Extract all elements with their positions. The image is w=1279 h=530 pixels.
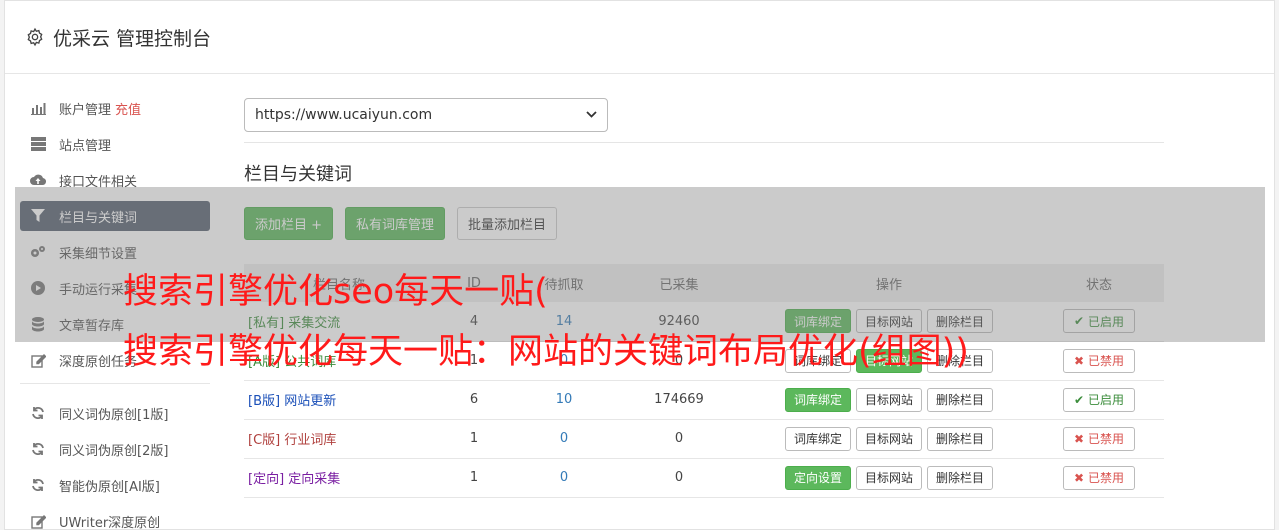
status-cell: ✖ 已禁用 xyxy=(1034,341,1164,381)
refresh-icon xyxy=(30,477,46,493)
column-tag: [定向] xyxy=(248,472,285,487)
page-title: 优采云 管理控制台 xyxy=(53,27,212,50)
status-toggle[interactable]: ✖ 已禁用 xyxy=(1062,348,1136,373)
sidebar-item-label: 智能伪原创[AI版] xyxy=(59,479,160,495)
recharge-link[interactable]: 充值 xyxy=(115,99,141,118)
section-title: 栏目与关键词 xyxy=(244,164,352,185)
column-name-cell[interactable]: [C版] 行业词库 xyxy=(244,419,434,459)
delete-column-button[interactable]: 删除栏目 xyxy=(927,465,994,490)
column-name: 行业词库 xyxy=(284,433,337,448)
collected-cell: 174669 xyxy=(614,380,744,420)
pending-cell[interactable]: 10 xyxy=(514,380,614,420)
bar-chart-icon xyxy=(30,100,46,116)
close-icon: ✖ xyxy=(1073,470,1085,485)
status-cell: ✖ 已禁用 xyxy=(1034,458,1164,498)
status-cell: ✖ 已禁用 xyxy=(1034,419,1164,459)
refresh-icon xyxy=(30,405,46,421)
column-name-cell[interactable]: [B版] 网站更新 xyxy=(244,380,434,420)
column-name: 网站更新 xyxy=(284,394,337,409)
status-cell: ✔ 已启用 xyxy=(1034,380,1164,420)
server-icon xyxy=(30,136,46,152)
status-label: 已禁用 xyxy=(1088,432,1125,446)
directed-settings-button[interactable]: 定向设置 xyxy=(784,465,851,490)
edit-icon xyxy=(30,513,46,529)
pending-cell[interactable]: 0 xyxy=(514,458,614,498)
close-icon: ✖ xyxy=(1073,353,1085,368)
sidebar-item-sites[interactable]: 站点管理 xyxy=(20,129,210,159)
ops-cell: 词库绑定 目标网站 删除栏目 xyxy=(744,380,1034,420)
sidebar-item-label: 同义词伪原创[2版] xyxy=(59,443,169,459)
delete-column-button[interactable]: 删除栏目 xyxy=(927,387,994,412)
status-label: 已禁用 xyxy=(1088,471,1125,485)
refresh-icon xyxy=(30,441,46,457)
id-cell: 1 xyxy=(434,458,514,498)
site-select-value: https://www.ucaiyun.com xyxy=(255,107,433,123)
gray-overlay-band xyxy=(15,187,1265,342)
bind-lib-button[interactable]: 词库绑定 xyxy=(784,387,851,412)
ops-cell: 定向设置 目标网站 删除栏目 xyxy=(744,458,1034,498)
pending-cell[interactable]: 0 xyxy=(514,419,614,459)
watermark-line-1: 搜索引擎优化seo每天一贴( xyxy=(123,272,548,312)
site-select[interactable]: https://www.ucaiyun.com xyxy=(244,98,608,132)
status-label: 已禁用 xyxy=(1088,354,1125,368)
column-name: 定向采集 xyxy=(288,472,341,487)
delete-column-button[interactable]: 删除栏目 xyxy=(927,426,994,451)
table-row: [定向] 定向采集 1 0 0 定向设置 目标网站 删除栏目 ✖ 已禁用 xyxy=(244,458,1164,498)
status-label: 已启用 xyxy=(1088,393,1125,407)
close-icon: ✖ xyxy=(1073,431,1085,446)
id-cell: 1 xyxy=(434,419,514,459)
sidebar-item-label: 同义词伪原创[1版] xyxy=(59,407,169,423)
id-cell: 6 xyxy=(434,380,514,420)
status-toggle[interactable]: ✖ 已禁用 xyxy=(1062,465,1136,490)
sidebar-item-ai-rewrite[interactable]: 智能伪原创[AI版] xyxy=(20,470,210,500)
sidebar-item-uwriter[interactable]: UWriter深度原创 xyxy=(20,506,210,530)
status-toggle[interactable]: ✔ 已启用 xyxy=(1062,387,1136,412)
target-site-button[interactable]: 目标网站 xyxy=(855,387,922,412)
chevron-down-icon xyxy=(586,110,597,121)
edit-icon xyxy=(30,352,46,368)
watermark-line-2: 搜索引擎优化每天一贴：网站的关键词布局优化(组图)) xyxy=(123,332,969,372)
sidebar-item-synonym-v2[interactable]: 同义词伪原创[2版] xyxy=(20,434,210,464)
gear-icon xyxy=(27,27,43,47)
check-icon: ✔ xyxy=(1073,392,1085,407)
panel-header: 优采云 管理控制台 xyxy=(5,1,1274,74)
target-site-button[interactable]: 目标网站 xyxy=(855,426,922,451)
column-tag: [C版] xyxy=(248,433,281,448)
cloud-upload-icon xyxy=(30,172,46,188)
sidebar-item-synonym-v1[interactable]: 同义词伪原创[1版] xyxy=(20,398,210,428)
target-site-button[interactable]: 目标网站 xyxy=(855,465,922,490)
divider xyxy=(244,142,1164,143)
sidebar-divider xyxy=(20,383,210,384)
sidebar-item-account[interactable]: 账户管理 充值 xyxy=(20,93,210,123)
sidebar-item-label: 站点管理 xyxy=(59,138,112,154)
table-row: [C版] 行业词库 1 0 0 词库绑定 目标网站 删除栏目 ✖ 已禁用 xyxy=(244,419,1164,459)
sidebar-item-label: UWriter深度原创 xyxy=(59,515,161,530)
sidebar-item-label: 账户管理 xyxy=(59,102,112,118)
column-tag: [B版] xyxy=(248,394,281,409)
collected-cell: 0 xyxy=(614,458,744,498)
ops-cell: 词库绑定 目标网站 删除栏目 xyxy=(744,419,1034,459)
table-row: [B版] 网站更新 6 10 174669 词库绑定 目标网站 删除栏目 ✔ 已启… xyxy=(244,380,1164,420)
column-name-cell[interactable]: [定向] 定向采集 xyxy=(244,458,434,498)
collected-cell: 0 xyxy=(614,419,744,459)
status-toggle[interactable]: ✖ 已禁用 xyxy=(1062,426,1136,451)
bind-lib-button[interactable]: 词库绑定 xyxy=(784,426,851,451)
